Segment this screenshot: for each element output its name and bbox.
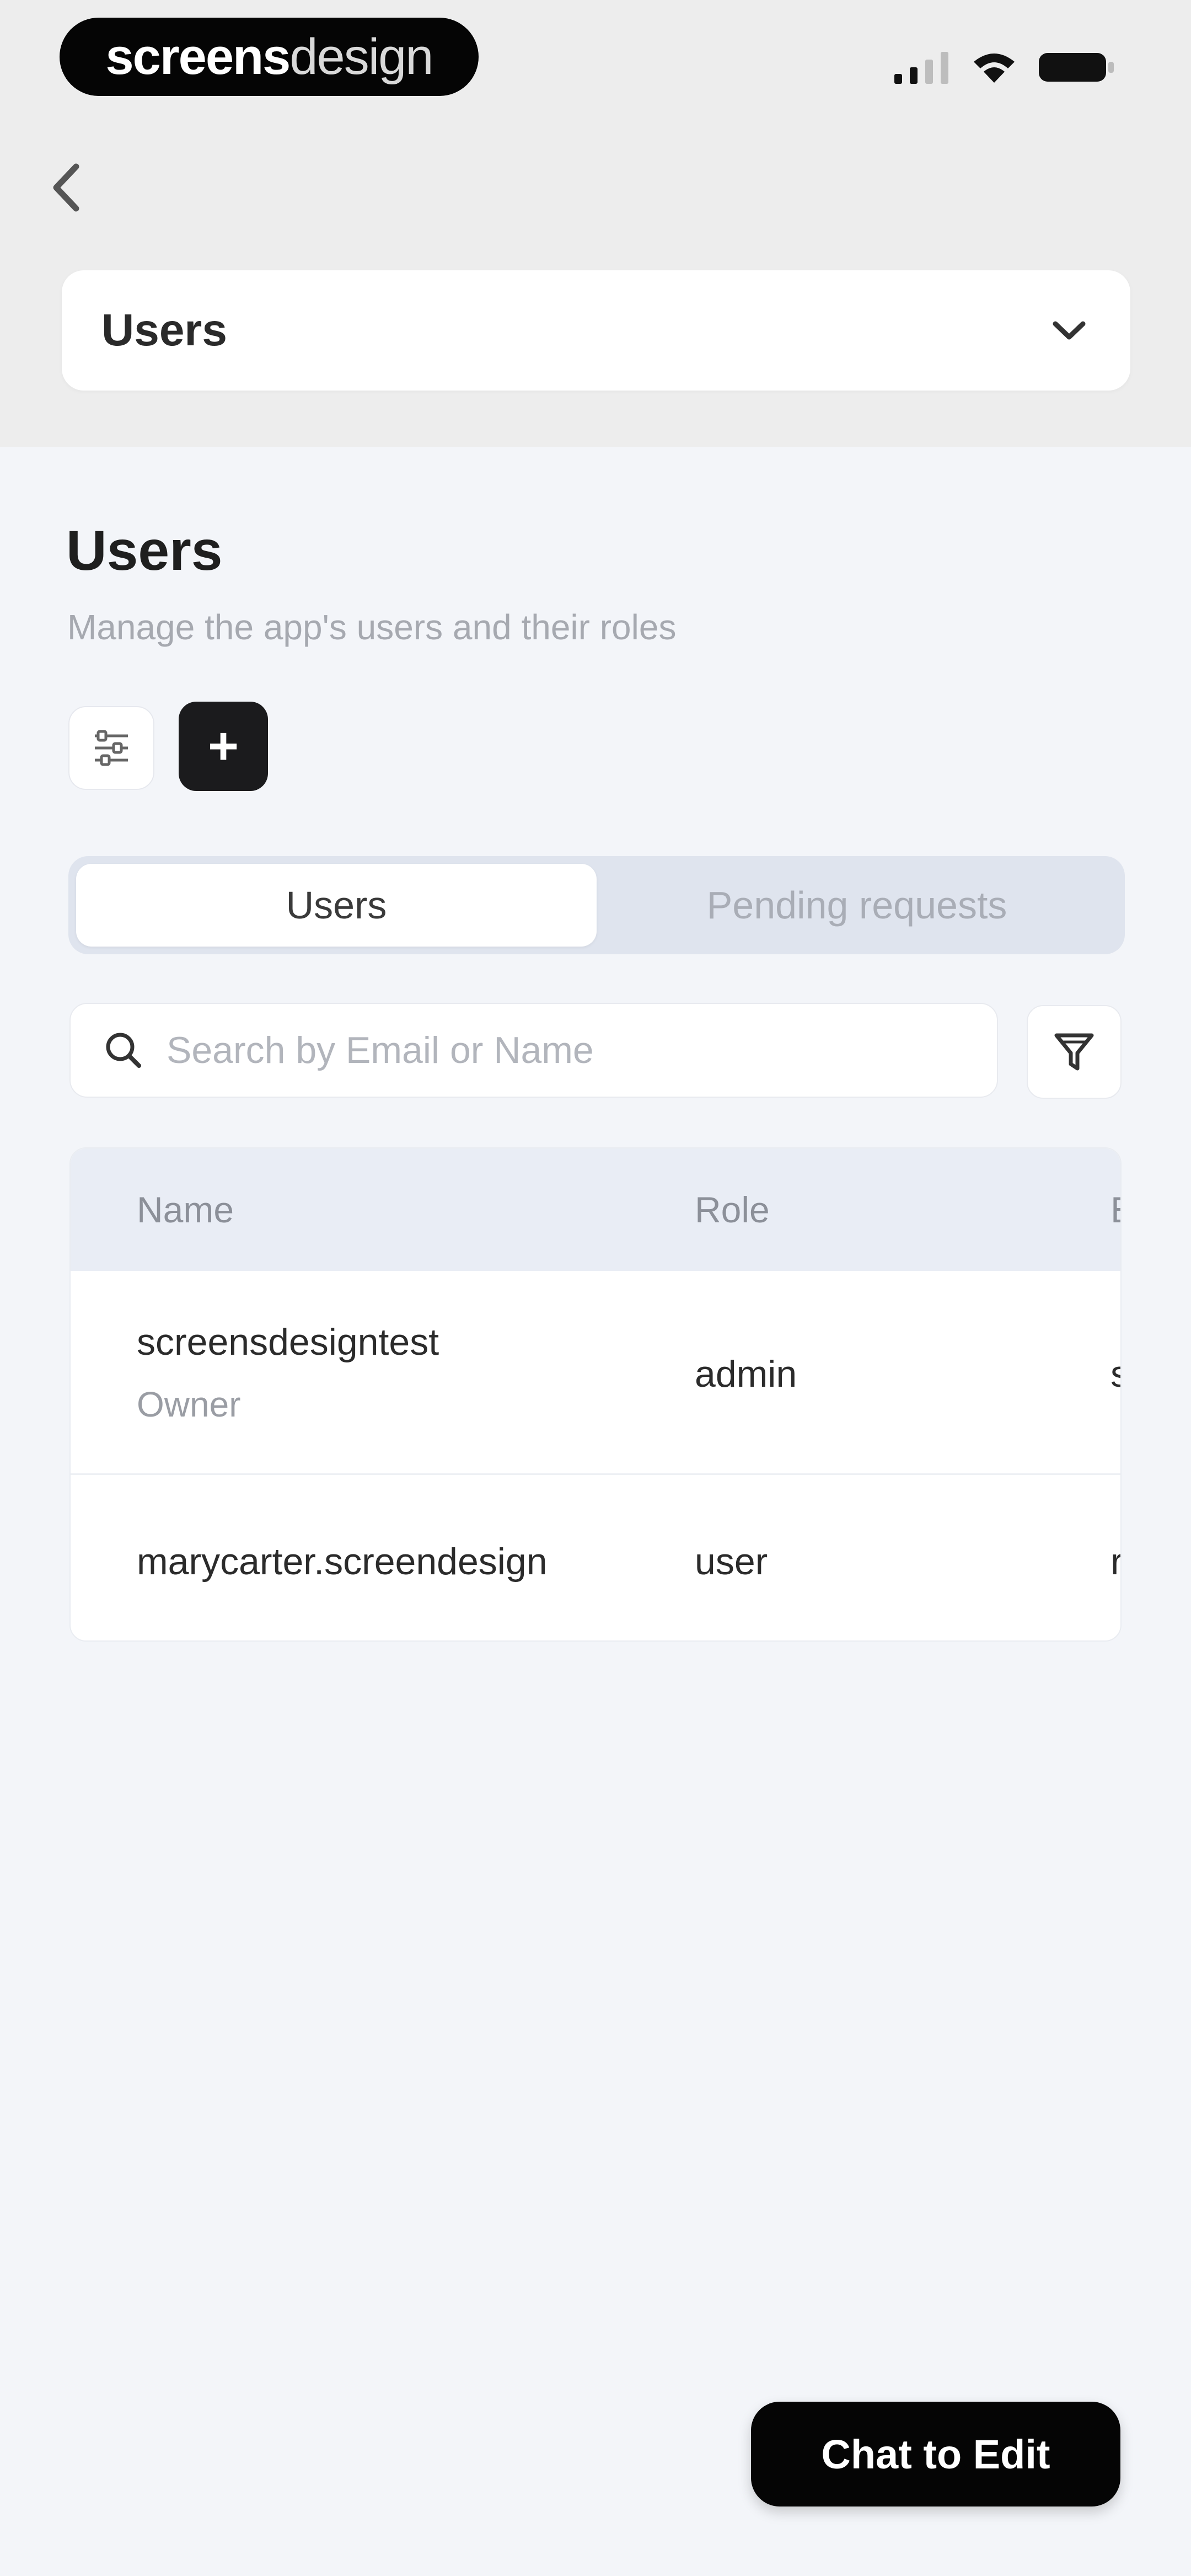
tab-pending-requests[interactable]: Pending requests: [597, 864, 1117, 947]
add-user-button[interactable]: +: [179, 702, 268, 791]
back-button[interactable]: [44, 154, 88, 221]
table-row[interactable]: marycarter.screendesign user r: [71, 1475, 1120, 1640]
view-settings-button[interactable]: [68, 706, 154, 790]
chevron-left-icon: [53, 163, 79, 212]
tab-users[interactable]: Users: [76, 864, 597, 947]
users-table: Name Role E screensdesigntest Owner admi…: [69, 1147, 1122, 1642]
battery-icon: [1039, 53, 1114, 82]
chevron-down-icon: [1053, 321, 1086, 340]
page-subtitle: Manage the app's users and their roles: [67, 607, 677, 647]
wifi-icon: [974, 54, 1015, 83]
search-box[interactable]: [69, 1003, 998, 1098]
search-icon: [106, 1033, 141, 1068]
column-header-name[interactable]: Name: [137, 1148, 234, 1271]
column-header-extra[interactable]: E: [1110, 1148, 1120, 1271]
search-input[interactable]: [167, 1029, 938, 1072]
brand-logo: screens design: [60, 18, 479, 96]
status-icons: [893, 45, 1115, 89]
column-header-role[interactable]: Role: [695, 1148, 770, 1271]
user-extra: r: [1110, 1540, 1120, 1583]
user-name: screensdesigntest: [137, 1321, 439, 1363]
user-name: marycarter.screendesign: [137, 1541, 548, 1583]
user-role: user: [695, 1541, 768, 1583]
chat-to-edit-button[interactable]: Chat to Edit: [751, 2402, 1120, 2506]
table-header: Name Role E: [71, 1148, 1120, 1271]
sliders-icon: [95, 730, 128, 766]
signal-icon: [894, 52, 948, 84]
user-subtitle: Owner: [137, 1385, 241, 1424]
plus-icon: +: [207, 717, 239, 776]
brand-logo-light: design: [289, 28, 433, 85]
page-title: Users: [66, 519, 223, 582]
filter-button[interactable]: [1027, 1005, 1122, 1099]
table-row[interactable]: screensdesigntest Owner admin s: [71, 1271, 1120, 1475]
users-tabs: Users Pending requests: [68, 856, 1125, 954]
section-selector-dropdown[interactable]: Users: [62, 270, 1130, 391]
user-extra: s: [1110, 1353, 1120, 1396]
selector-label: Users: [101, 305, 227, 355]
filter-icon: [1054, 1033, 1094, 1071]
brand-logo-bold: screens: [105, 28, 291, 85]
user-role: admin: [695, 1353, 797, 1395]
